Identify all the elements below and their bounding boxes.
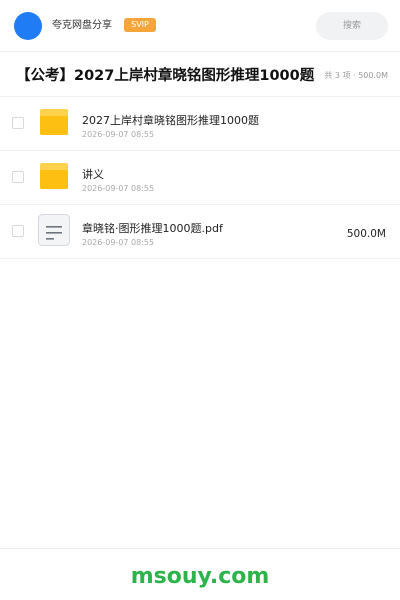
file-row[interactable]: 2027上岸村章晓铭图形推理1000题 2026-09-07 08:55 (0, 97, 400, 151)
folder-meta: 共 3 项 · 500.0M (324, 71, 388, 80)
file-row[interactable]: 章晓铭·图形推理1000题.pdf 2026-09-07 08:55 500.0… (0, 205, 400, 259)
file-row[interactable]: 讲义 2026-09-07 08:55 (0, 151, 400, 205)
folder-title: 【公考】2027上岸村章晓铭图形推理1000题 (16, 68, 315, 84)
svip-badge: SVIP (124, 18, 156, 32)
folder-icon (40, 109, 68, 135)
folder-icon (40, 163, 68, 189)
footer: msouy.com (0, 548, 400, 600)
row-checkbox[interactable] (12, 117, 24, 129)
top-header: 夸克网盘分享 SVIP (0, 0, 400, 52)
document-icon (38, 214, 70, 246)
file-name[interactable]: 章晓铭·图形推理1000题.pdf (82, 221, 223, 236)
file-size: 500.0M (346, 228, 386, 240)
file-date: 2026-09-07 08:55 (82, 238, 155, 247)
row-checkbox[interactable] (12, 225, 24, 237)
avatar[interactable] (14, 12, 42, 40)
file-date: 2026-09-07 08:55 (82, 130, 155, 139)
watermark-text: msouy.com (130, 564, 270, 589)
row-checkbox[interactable] (12, 171, 24, 183)
folder-title-bar: 【公考】2027上岸村章晓铭图形推理1000题 共 3 项 · 500.0M (0, 52, 400, 97)
file-name[interactable]: 讲义 (82, 167, 104, 182)
search-input[interactable] (316, 12, 388, 40)
app-name: 夸克网盘分享 (52, 20, 112, 31)
file-name[interactable]: 2027上岸村章晓铭图形推理1000题 (82, 113, 259, 128)
file-date: 2026-09-07 08:55 (82, 184, 155, 193)
